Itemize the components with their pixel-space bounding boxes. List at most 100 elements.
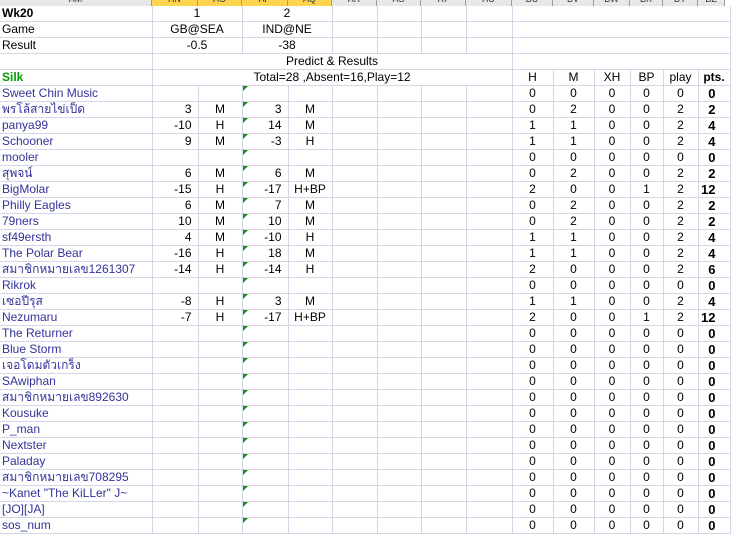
stat-xh[interactable]: 0 — [594, 325, 631, 342]
cell[interactable] — [466, 101, 513, 118]
stat-m[interactable]: 0 — [553, 485, 595, 502]
stat-play[interactable]: 0 — [663, 341, 699, 358]
stat-m[interactable]: 0 — [553, 501, 595, 518]
game1-prediction[interactable]: -8 — [152, 293, 199, 310]
game-label[interactable]: Game — [0, 21, 153, 38]
stat-pts[interactable]: 0 — [698, 517, 731, 534]
cell[interactable] — [421, 501, 467, 518]
stat-m[interactable]: 0 — [553, 325, 595, 342]
player-name[interactable]: The Returner — [0, 325, 153, 342]
stat-h[interactable]: 2 — [512, 181, 554, 198]
cell[interactable] — [332, 101, 378, 118]
stat-pts[interactable]: 0 — [698, 421, 731, 438]
game2-result[interactable] — [288, 453, 333, 470]
stat-m[interactable]: 0 — [553, 277, 595, 294]
cell[interactable] — [377, 245, 422, 262]
stat-bp[interactable]: 0 — [630, 149, 664, 166]
cell[interactable] — [466, 389, 513, 406]
stat-h[interactable]: 0 — [512, 197, 554, 214]
stat-pts[interactable]: 0 — [698, 469, 731, 486]
cell[interactable] — [421, 325, 467, 342]
stat-h[interactable]: 0 — [512, 357, 554, 374]
cell[interactable] — [512, 37, 731, 54]
game2-prediction[interactable] — [242, 453, 289, 470]
week-label[interactable]: Wk20 — [0, 6, 153, 22]
cell[interactable] — [332, 245, 378, 262]
cell[interactable] — [377, 517, 422, 534]
cell[interactable] — [421, 6, 467, 22]
cell[interactable] — [466, 405, 513, 422]
game-result[interactable]: -38 — [242, 37, 333, 54]
cell[interactable] — [332, 229, 378, 246]
cell[interactable] — [332, 309, 378, 326]
game1-prediction[interactable]: -16 — [152, 245, 199, 262]
stat-pts[interactable]: 0 — [698, 437, 731, 454]
stat-h[interactable]: 0 — [512, 501, 554, 518]
game2-prediction[interactable] — [242, 517, 289, 534]
stat-play[interactable]: 2 — [663, 133, 699, 150]
stat-pts[interactable]: 2 — [698, 101, 731, 118]
stat-xh[interactable]: 0 — [594, 389, 631, 406]
cell[interactable] — [466, 181, 513, 198]
game2-result[interactable]: M — [288, 197, 333, 214]
stat-play[interactable]: 2 — [663, 117, 699, 134]
game2-result[interactable] — [288, 437, 333, 454]
cell[interactable] — [466, 437, 513, 454]
stat-bp[interactable]: 0 — [630, 245, 664, 262]
cell[interactable] — [332, 117, 378, 134]
stat-xh[interactable]: 0 — [594, 133, 631, 150]
player-name[interactable]: Nezumaru — [0, 309, 153, 326]
game1-prediction[interactable] — [152, 149, 199, 166]
result-label[interactable]: Result — [0, 37, 153, 54]
game2-prediction[interactable]: 10 — [242, 213, 289, 230]
game2-result[interactable] — [288, 405, 333, 422]
stat-play[interactable]: 0 — [663, 277, 699, 294]
game2-result[interactable]: M — [288, 293, 333, 310]
cell[interactable] — [466, 421, 513, 438]
cell[interactable] — [421, 421, 467, 438]
stat-bp[interactable]: 0 — [630, 133, 664, 150]
stat-xh[interactable]: 0 — [594, 421, 631, 438]
stat-h[interactable]: 0 — [512, 485, 554, 502]
player-name[interactable]: The Polar Bear — [0, 245, 153, 262]
stat-bp[interactable]: 0 — [630, 101, 664, 118]
stat-h[interactable]: 2 — [512, 309, 554, 326]
game1-result[interactable]: M — [198, 229, 243, 246]
stat-xh[interactable]: 0 — [594, 485, 631, 502]
predict-results-title[interactable]: Predict & Results — [152, 53, 513, 70]
cell[interactable] — [466, 357, 513, 374]
cell[interactable] — [421, 101, 467, 118]
game1-prediction[interactable]: -15 — [152, 181, 199, 198]
stat-m[interactable]: 0 — [553, 149, 595, 166]
game2-result[interactable] — [288, 357, 333, 374]
game2-result[interactable]: M — [288, 213, 333, 230]
stat-play[interactable]: 0 — [663, 453, 699, 470]
cell[interactable] — [377, 325, 422, 342]
stat-xh[interactable]: 0 — [594, 501, 631, 518]
stat-h[interactable]: 2 — [512, 261, 554, 278]
stat-bp[interactable]: 0 — [630, 165, 664, 182]
player-name[interactable]: sf49ersth — [0, 229, 153, 246]
stat-play[interactable]: 0 — [663, 501, 699, 518]
stat-bp[interactable]: 0 — [630, 197, 664, 214]
game2-result[interactable]: H — [288, 229, 333, 246]
game2-result[interactable] — [288, 373, 333, 390]
game2-result[interactable] — [288, 85, 333, 102]
stat-m[interactable]: 1 — [553, 245, 595, 262]
game1-prediction[interactable] — [152, 453, 199, 470]
stat-xh[interactable]: 0 — [594, 405, 631, 422]
cell[interactable] — [421, 293, 467, 310]
cell[interactable] — [377, 149, 422, 166]
cell[interactable] — [466, 517, 513, 534]
stat-xh[interactable]: 0 — [594, 469, 631, 486]
game-name[interactable]: IND@NE — [242, 21, 333, 38]
stat-h[interactable]: 0 — [512, 149, 554, 166]
cell[interactable] — [377, 437, 422, 454]
cell[interactable] — [466, 341, 513, 358]
stat-m[interactable]: 0 — [553, 389, 595, 406]
game1-result[interactable] — [198, 469, 243, 486]
game2-prediction[interactable] — [242, 357, 289, 374]
cell[interactable] — [332, 181, 378, 198]
stat-m[interactable]: 0 — [553, 437, 595, 454]
game-number[interactable]: 2 — [242, 6, 333, 22]
